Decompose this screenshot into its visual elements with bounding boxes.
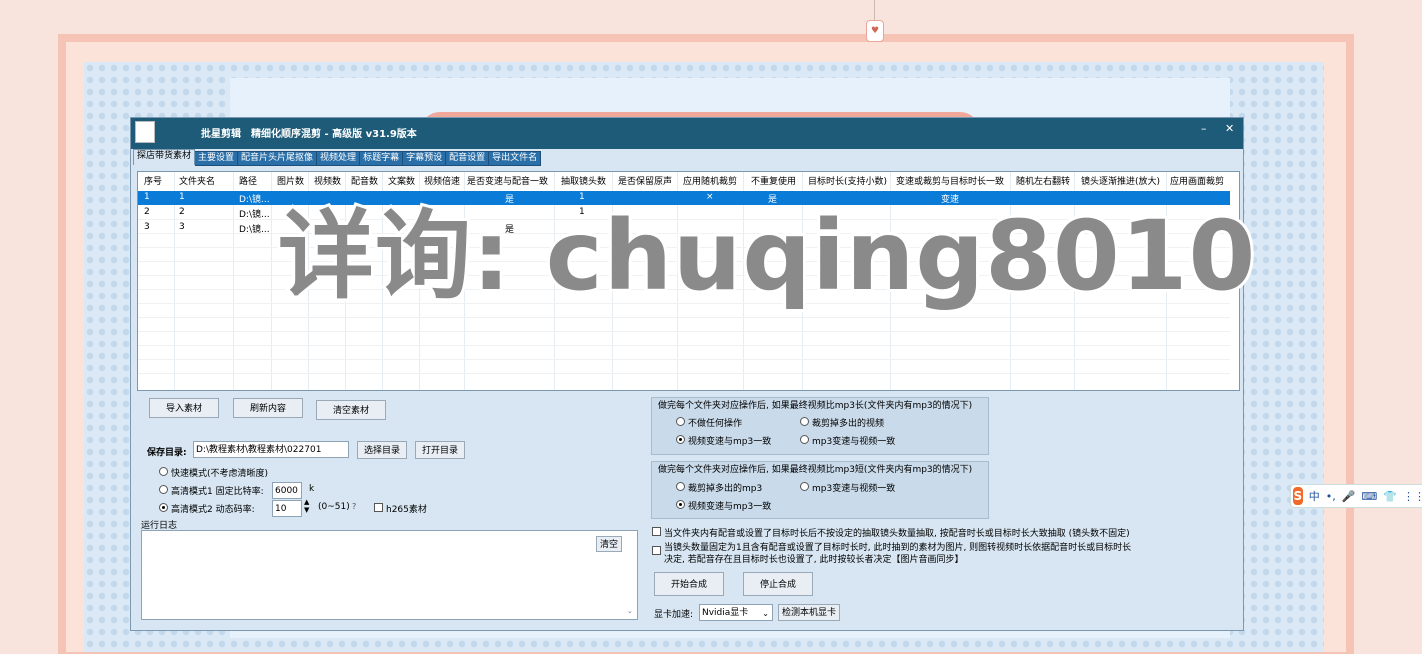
save-dir-label: 保存目录: xyxy=(147,448,187,458)
clear-material-button[interactable]: 清空素材 xyxy=(316,400,386,420)
choose-dir-button[interactable]: 选择目录 xyxy=(357,441,407,459)
stop-button[interactable]: 停止合成 xyxy=(743,572,813,596)
fast-mode-radio[interactable] xyxy=(159,467,168,476)
g1-opt1-label: 不做任何操作 xyxy=(688,419,743,429)
g1-opt3-label: 视频变速与mp3一致 xyxy=(688,437,772,447)
g1-opt1-radio[interactable] xyxy=(676,417,685,426)
title-bar[interactable]: 批星剪辑 精细化顺序混剪 - 高级版 v31.9版本 – ✕ xyxy=(131,118,1243,149)
gpu-label: 显卡加速: xyxy=(654,610,694,620)
g2-opt1-radio[interactable] xyxy=(676,482,685,491)
bitrate-unit: k xyxy=(309,484,315,494)
save-dir-input[interactable]: D:\教程素材\教程素材\022701 xyxy=(193,441,349,458)
tab-title-subtitle[interactable]: 标题字幕 xyxy=(360,151,404,166)
fast-mode-label: 快速模式(不考虑清晰度) xyxy=(171,469,269,479)
tab-voice-settings[interactable]: 配音设置 xyxy=(446,151,490,166)
g2-opt3-label: 视频变速与mp3一致 xyxy=(688,502,772,512)
tab-main-settings[interactable]: 主要设置 xyxy=(195,151,239,166)
close-button[interactable]: ✕ xyxy=(1225,122,1234,135)
tab-strip: 探店带货素材 主要设置 配音片头片尾抠像 视频处理 标题字幕 字幕预设 配音设置… xyxy=(133,149,542,166)
open-dir-button[interactable]: 打开目录 xyxy=(415,441,465,459)
g2-opt1-label: 裁剪掉多出的mp3 xyxy=(688,484,763,494)
scroll-down-icon[interactable]: ⌄ xyxy=(627,607,633,615)
col-header[interactable]: 路径 xyxy=(239,174,257,187)
longer-video-group: 做完每个文件夹对应操作后, 如果最终视频比mp3长(文件夹内有mp3的情况下) … xyxy=(651,397,989,455)
import-material-button[interactable]: 导入素材 xyxy=(149,398,219,418)
app-title: 批星剪辑 xyxy=(201,129,241,140)
crf-range: (0~51) xyxy=(318,502,350,512)
group-title: 做完每个文件夹对应操作后, 如果最终视频比mp3短(文件夹内有mp3的情况下) xyxy=(658,465,973,475)
ime-menu-icon[interactable]: ⋮⋮ xyxy=(1403,490,1422,503)
ime-toolbar[interactable]: S 中 •, 🎤 ⌨ 👕 ⋮⋮ xyxy=(1290,484,1422,508)
ime-keyboard-icon[interactable]: ⌨ xyxy=(1361,490,1377,503)
ime-mic-icon[interactable]: 🎤 xyxy=(1342,490,1356,503)
tab-export-filename[interactable]: 导出文件名 xyxy=(489,151,542,166)
tab-subtitle-preset[interactable]: 字幕预设 xyxy=(403,151,447,166)
app-subtitle: 精细化顺序混剪 - 高级版 v31.9版本 xyxy=(251,129,417,140)
ime-punctuation-icon[interactable]: •, xyxy=(1326,490,1336,503)
help-icon[interactable]: ? xyxy=(352,502,356,511)
hanging-string xyxy=(874,0,875,22)
minimize-button[interactable]: – xyxy=(1201,122,1207,135)
g2-opt3-radio[interactable] xyxy=(676,500,685,509)
detect-gpu-button[interactable]: 检测本机显卡 xyxy=(778,604,840,621)
g1-opt4-radio[interactable] xyxy=(800,435,809,444)
run-log[interactable]: 清空 ⌄ xyxy=(141,530,638,620)
hd2-mode-radio[interactable] xyxy=(159,503,168,512)
group-title: 做完每个文件夹对应操作后, 如果最终视频比mp3长(文件夹内有mp3的情况下) xyxy=(658,401,973,411)
app-icon xyxy=(135,121,155,143)
gpu-select[interactable]: Nvidia显卡 ⌄ xyxy=(699,604,773,621)
tab-material[interactable]: 探店带货素材 xyxy=(133,149,196,165)
h265-label: h265素材 xyxy=(386,505,427,515)
image-sync-label-2: 决定, 若配音存在且目标时长也设置了, 此时按较长者决定【图片音画同步】 xyxy=(664,555,964,565)
start-button[interactable]: 开始合成 xyxy=(654,572,724,596)
chevron-down-icon: ⌄ xyxy=(762,609,769,618)
shorter-video-group: 做完每个文件夹对应操作后, 如果最终视频比mp3短(文件夹内有mp3的情况下) … xyxy=(651,461,989,519)
g1-opt2-radio[interactable] xyxy=(800,417,809,426)
clear-log-button[interactable]: 清空 xyxy=(596,536,622,552)
ime-chinese-mode[interactable]: 中 xyxy=(1309,488,1320,504)
hd2-mode-label: 高清模式2 动态码率: xyxy=(171,505,255,515)
image-sync-checkbox[interactable] xyxy=(652,546,661,555)
watermark-text: 详询: chuqing8010 xyxy=(275,197,1258,315)
shot-count-label: 当文件夹内有配音或设置了目标时长后不按设定的抽取镜头数量抽取, 按配音时长或目标… xyxy=(664,529,1130,539)
hd1-mode-label: 高清模式1 固定比特率: xyxy=(171,487,264,497)
refresh-content-button[interactable]: 刷新内容 xyxy=(233,398,303,418)
col-header[interactable]: 序号 xyxy=(144,174,162,187)
h265-checkbox[interactable] xyxy=(374,503,383,512)
ime-skin-icon[interactable]: 👕 xyxy=(1383,490,1397,503)
crf-spinner-icon[interactable]: ▲ ▼ xyxy=(304,498,309,514)
hanging-tag-icon: ♥ xyxy=(866,20,884,42)
g2-opt2-radio[interactable] xyxy=(800,482,809,491)
tab-audio-intro[interactable]: 配音片头片尾抠像 xyxy=(238,151,318,166)
g1-opt3-radio[interactable] xyxy=(676,435,685,444)
tab-video-processing[interactable]: 视频处理 xyxy=(317,151,361,166)
g2-opt2-label: mp3变速与视频一致 xyxy=(812,484,896,494)
shot-count-checkbox[interactable] xyxy=(652,527,661,536)
crf-input[interactable]: 10 xyxy=(272,500,302,517)
g1-opt2-label: 裁剪掉多出的视频 xyxy=(812,419,885,429)
bitrate-input[interactable]: 6000 xyxy=(272,482,302,499)
col-header[interactable]: 文件夹名 xyxy=(179,174,215,187)
hd1-mode-radio[interactable] xyxy=(159,485,168,494)
g1-opt4-label: mp3变速与视频一致 xyxy=(812,437,896,447)
sogou-logo-icon[interactable]: S xyxy=(1293,487,1303,505)
